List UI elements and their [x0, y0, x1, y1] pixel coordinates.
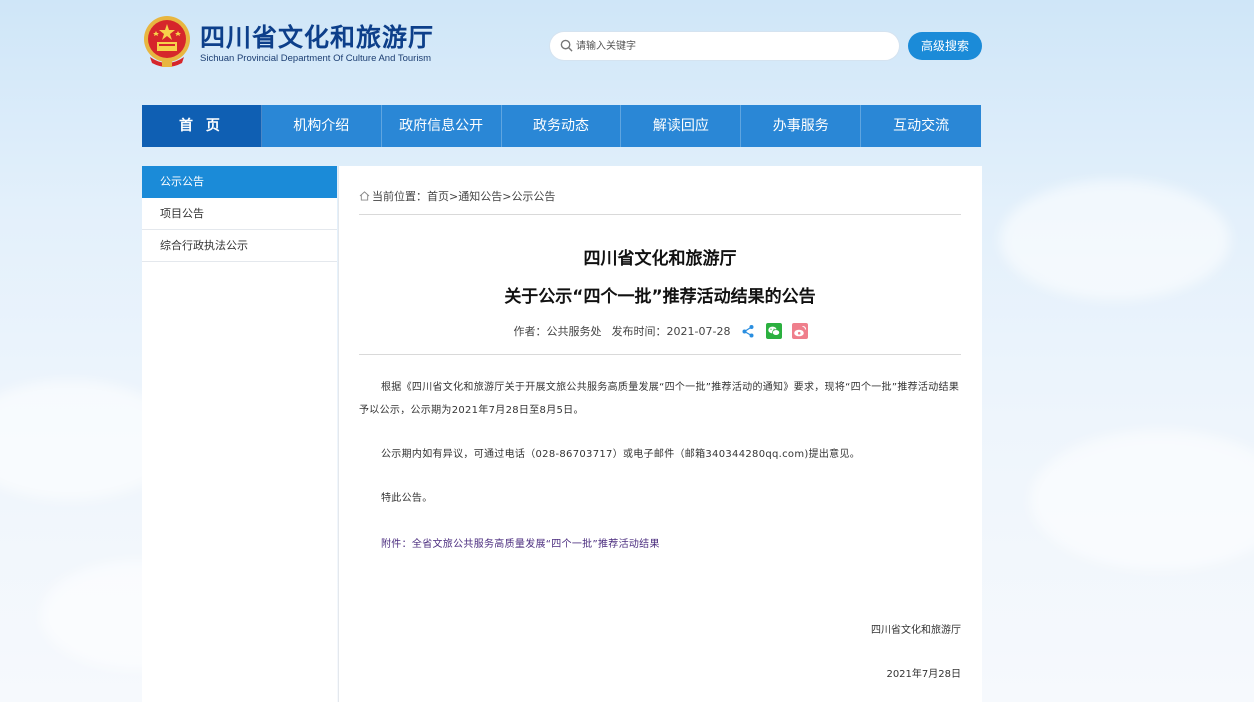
breadcrumb-label: 当前位置：	[372, 190, 427, 203]
share-icon[interactable]	[740, 323, 756, 339]
nav-item-home[interactable]: 首 页	[142, 105, 262, 147]
nav-item-interaction[interactable]: 互动交流	[861, 105, 981, 147]
search-icon[interactable]	[560, 39, 573, 52]
nav-item-interpretation[interactable]: 解读回应	[621, 105, 742, 147]
sidebar-item-enforcement-notice[interactable]: 综合行政执法公示	[142, 230, 337, 262]
sidebar-item-public-notice[interactable]: 公示公告	[142, 166, 337, 198]
weibo-icon[interactable]	[792, 323, 809, 339]
site-subtitle: Sichuan Provincial Department Of Culture…	[200, 53, 432, 64]
breadcrumb: 当前位置： 首页 > 通知公告 > 公示公告	[359, 188, 555, 204]
search-box	[550, 32, 899, 60]
divider	[359, 354, 961, 355]
sidebar: 公示公告 项目公告 综合行政执法公示	[142, 166, 337, 702]
signature-organization: 四川省文化和旅游厅	[871, 625, 961, 636]
article-title-line1: 四川省文化和旅游厅	[583, 249, 737, 269]
nav-item-gov-info[interactable]: 政府信息公开	[382, 105, 502, 147]
attachment-row: 附件：全省文旅公共服务高质量发展“四个一批”推荐活动结果	[359, 533, 961, 556]
nav-item-services[interactable]: 办事服务	[741, 105, 862, 147]
divider	[359, 214, 961, 215]
article-paragraph: 公示期内如有异议，可通过电话（028-86703717）或电子邮件（邮箱3403…	[381, 449, 861, 460]
article-title-line2: 关于公示“四个一批”推荐活动结果的公告	[504, 287, 816, 307]
wechat-icon[interactable]	[766, 323, 783, 339]
breadcrumb-separator: >	[449, 189, 459, 203]
breadcrumb-home-link[interactable]: 首页	[427, 188, 449, 204]
attachment-link[interactable]: 全省文旅公共服务高质量发展“四个一批”推荐活动结果	[412, 539, 660, 550]
site-header: 四川省文化和旅游厅 Sichuan Provincial Department …	[0, 0, 1254, 100]
article-meta: 作者：公共服务处 发布时间：2021-07-28	[339, 323, 983, 339]
home-icon	[359, 191, 370, 201]
article-publish-date: 发布时间：2021-07-28	[611, 325, 731, 338]
article-paragraph: 根据《四川省文化和旅游厅关于开展文旅公共服务高质量发展“四个一批”推荐活动的通知…	[359, 382, 960, 416]
breadcrumb-separator: >	[502, 189, 512, 203]
signature-date: 2021年7月28日	[886, 669, 961, 680]
article-paragraph: 特此公告。	[381, 493, 433, 504]
background-cloud	[1000, 180, 1230, 300]
nav-item-about[interactable]: 机构介绍	[262, 105, 382, 147]
search-input[interactable]	[576, 36, 886, 56]
sidebar-item-project-notice[interactable]: 项目公告	[142, 198, 337, 230]
breadcrumb-current-link[interactable]: 公示公告	[511, 188, 555, 204]
nav-item-news[interactable]: 政务动态	[502, 105, 622, 147]
national-emblem-icon	[144, 16, 190, 67]
article-panel: 当前位置： 首页 > 通知公告 > 公示公告 四川省文化和旅游厅 关于公示“四个…	[338, 166, 982, 702]
advanced-search-button[interactable]: 高级搜索	[908, 32, 982, 60]
background-cloud	[1030, 430, 1254, 570]
site-title: 四川省文化和旅游厅	[200, 23, 435, 52]
attachment-label: 附件：	[381, 539, 412, 550]
breadcrumb-notices-link[interactable]: 通知公告	[458, 188, 502, 204]
main-nav: 首 页 机构介绍 政府信息公开 政务动态 解读回应 办事服务 互动交流	[142, 105, 981, 147]
article-author: 作者：公共服务处	[513, 325, 602, 338]
